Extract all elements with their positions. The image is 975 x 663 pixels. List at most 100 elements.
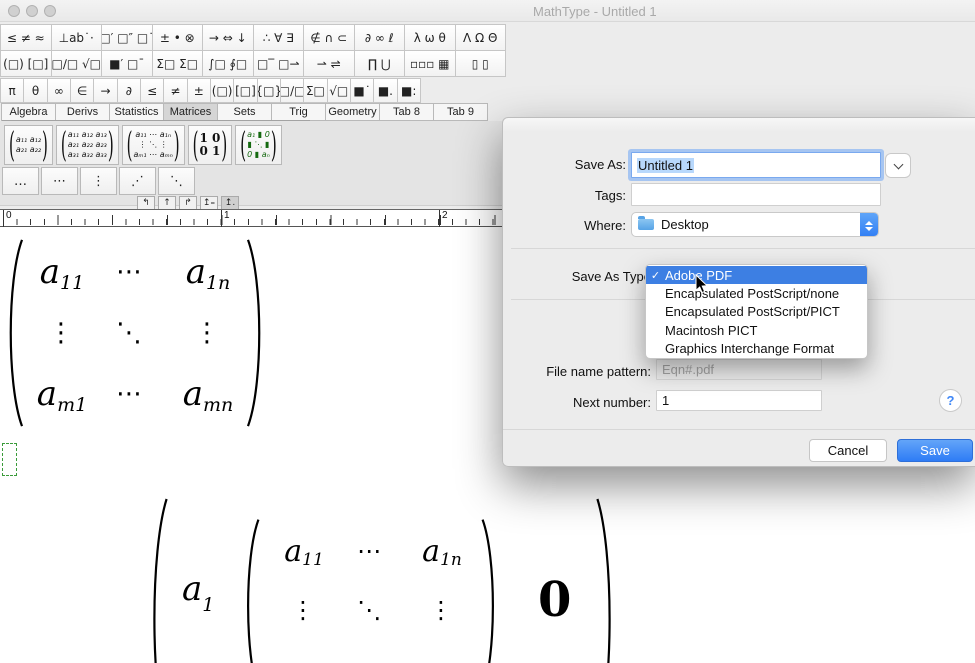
zoom-window-icon[interactable] (44, 5, 56, 17)
tab-1[interactable]: Derivs (55, 103, 110, 121)
dots-template-row: …⋯⋮⋰⋱ (2, 167, 195, 195)
identity-matrix-button[interactable]: ( 1 0 0 1 ) (188, 125, 233, 165)
menu-item-label: Encapsulated PostScript/none (665, 286, 839, 301)
chevron-up-icon (865, 221, 873, 225)
template-palette-button-0[interactable]: (□) [□] (0, 50, 52, 77)
matrix-cell: ⋯ (98, 257, 162, 287)
symbol-palette-button-3[interactable]: ± • ⊗ (152, 24, 204, 51)
close-window-icon[interactable] (8, 5, 20, 17)
small-bar-button-2[interactable]: ∞ (47, 78, 71, 103)
divider (503, 429, 975, 430)
matrix-mxn-button[interactable]: ( a₁₁ ⋯ a₁ₙ ⋮ ⋱ ⋮ aₘ₁ ⋯ aₘₙ ) (122, 125, 185, 165)
cell-base: a (37, 374, 57, 414)
dots-template-button-2[interactable]: ⋮ (80, 167, 117, 195)
matrix-2x2-button[interactable]: ( a₁₁ a₁₂ a₂₁ a₂₂ ) (4, 125, 53, 165)
save-as-input[interactable]: Untitled 1 (631, 152, 881, 178)
matrix-top: a11⋯a1n⋮⋱⋮am1⋯amn (26, 240, 254, 426)
tab-7[interactable]: Tab 8 (379, 103, 434, 121)
symbol-toolbar-row-1: ≤ ≠ ≈⊥ab˙·□′ □″ □˙± • ⊗→ ⇔ ↓∴ ∀ ∃∉ ∩ ⊂∂ … (0, 24, 506, 51)
menu-item-adobe-pdf[interactable]: ✓ Adobe PDF (646, 266, 867, 284)
small-bar-button-14[interactable]: √□ (327, 78, 351, 103)
where-popup[interactable]: Desktop (631, 212, 879, 237)
dots-template-button-3[interactable]: ⋰ (119, 167, 156, 195)
small-bar-button-6[interactable]: ≤ (140, 78, 164, 103)
small-bar-button-7[interactable]: ≠ (163, 78, 187, 103)
template-palette-button-9[interactable]: ▯ ▯ (455, 50, 507, 77)
small-bar-button-8[interactable]: ± (187, 78, 211, 103)
symbol-palette-button-5[interactable]: ∴ ∀ ∃ (253, 24, 305, 51)
template-palette-button-2[interactable]: ■′ □¯ (101, 50, 153, 77)
symbol-palette-button-1[interactable]: ⊥ab˙· (51, 24, 103, 51)
empty-slot[interactable] (2, 443, 17, 476)
small-bar-button-15[interactable]: ■˙ (350, 78, 374, 103)
dots-template-button-0[interactable]: … (2, 167, 39, 195)
alignment-button-2[interactable]: ↱ (179, 196, 197, 210)
paren-left-icon: ( (9, 124, 15, 165)
menu-item-eps-none[interactable]: Encapsulated PostScript/none (646, 284, 867, 302)
small-bar-button-1[interactable]: θ (23, 78, 47, 103)
ruler-major-tick (221, 210, 222, 227)
small-bar-button-17[interactable]: ■: (397, 78, 421, 103)
tab-8[interactable]: Tab 9 (433, 103, 488, 121)
small-bar-button-11[interactable]: {□} (257, 78, 281, 103)
cancel-button[interactable]: Cancel (809, 439, 887, 462)
template-palette-button-7[interactable]: ∏ ⋃ (354, 50, 406, 77)
small-bar-button-4[interactable]: → (93, 78, 117, 103)
help-button[interactable]: ? (939, 389, 962, 412)
alignment-button-3[interactable]: ↥₌ (200, 196, 218, 210)
tab-6[interactable]: Geometry (325, 103, 380, 121)
matrix-cell: am1 (268, 653, 340, 663)
save-label: Save (920, 443, 950, 458)
menu-item-gif[interactable]: Graphics Interchange Format (646, 339, 867, 357)
ruler-mark-1: 1 (224, 210, 230, 221)
symbol-palette-button-7[interactable]: ∂ ∞ ℓ (354, 24, 406, 51)
menu-item-macintosh-pict[interactable]: Macintosh PICT (646, 321, 867, 339)
save-as-label: Save As: (503, 157, 626, 172)
diagonal-matrix-button[interactable]: ( a₁ ▮ 0 ▮ ⋱ ▮ 0 ▮ aₙ ) (235, 125, 281, 165)
expand-dialog-button[interactable] (885, 153, 911, 178)
matrix-mxn-preview: a₁₁ ⋯ a₁ₙ ⋮ ⋱ ⋮ aₘ₁ ⋯ aₘₙ (134, 130, 173, 160)
menu-item-eps-pict[interactable]: Encapsulated PostScript/PICT (646, 303, 867, 321)
cell-base: a (284, 534, 302, 569)
matrix-cell: ⋮ (268, 596, 340, 624)
dots-template-button-4[interactable]: ⋱ (158, 167, 195, 195)
tab-bar: AlgebraDerivsStatisticsMatricesSetsTrigG… (2, 103, 488, 121)
minimize-window-icon[interactable] (26, 5, 38, 17)
next-number-input[interactable]: 1 (656, 390, 822, 411)
small-bar-button-12[interactable]: □∕□ (280, 78, 304, 103)
template-palette-button-5[interactable]: □‾ □⇀ (253, 50, 305, 77)
small-bar-button-5[interactable]: ∂ (117, 78, 141, 103)
tags-input[interactable] (631, 183, 881, 206)
tab-0[interactable]: Algebra (1, 103, 56, 121)
alignment-button-1[interactable]: ↑ (158, 196, 176, 210)
alignment-button-4[interactable]: ↥. (221, 196, 239, 210)
small-bar-button-3[interactable]: ∈ (70, 78, 94, 103)
symbol-palette-button-8[interactable]: λ ω θ (404, 24, 456, 51)
symbol-palette-button-9[interactable]: Λ Ω Θ (455, 24, 507, 51)
small-bar-button-10[interactable]: [□] (233, 78, 257, 103)
small-bar-button-16[interactable]: ■. (373, 78, 397, 103)
template-palette-button-8[interactable]: ▫▫▫ ▦ (404, 50, 456, 77)
alignment-button-0[interactable]: ↰ (137, 196, 155, 210)
small-bar-button-9[interactable]: (□) (210, 78, 234, 103)
tab-3[interactable]: Matrices (163, 103, 218, 121)
paren-right-icon: ) (221, 124, 227, 165)
dots-template-button-1[interactable]: ⋯ (41, 167, 78, 195)
symbol-palette-button-2[interactable]: □′ □″ □˙ (101, 24, 153, 51)
template-palette-button-1[interactable]: □∕□ √□ (51, 50, 103, 77)
matrix-3x3-button[interactable]: ( a₁₁ a₁₂ a₁₃ a₂₁ a₂₂ a₂₃ a₃₁ a₃₂ a₃₃ ) (56, 125, 119, 165)
symbol-palette-button-4[interactable]: → ⇔ ↓ (202, 24, 254, 51)
template-palette-button-6[interactable]: ⇀ ⇌ (303, 50, 355, 77)
template-palette-button-4[interactable]: ∫□ ∮□ (202, 50, 254, 77)
tab-5[interactable]: Trig (271, 103, 326, 121)
symbol-palette-button-0[interactable]: ≤ ≠ ≈ (0, 24, 52, 51)
matrix-cell: a1n (162, 252, 254, 292)
tab-4[interactable]: Sets (217, 103, 272, 121)
small-bar-button-0[interactable]: π (0, 78, 24, 103)
save-as-value: Untitled 1 (637, 158, 694, 173)
symbol-palette-button-6[interactable]: ∉ ∩ ⊂ (303, 24, 355, 51)
small-bar-button-13[interactable]: Σ□ (303, 78, 327, 103)
template-palette-button-3[interactable]: Σ□ Σ□ (152, 50, 204, 77)
save-button[interactable]: Save (897, 439, 973, 462)
tab-2[interactable]: Statistics (109, 103, 164, 121)
